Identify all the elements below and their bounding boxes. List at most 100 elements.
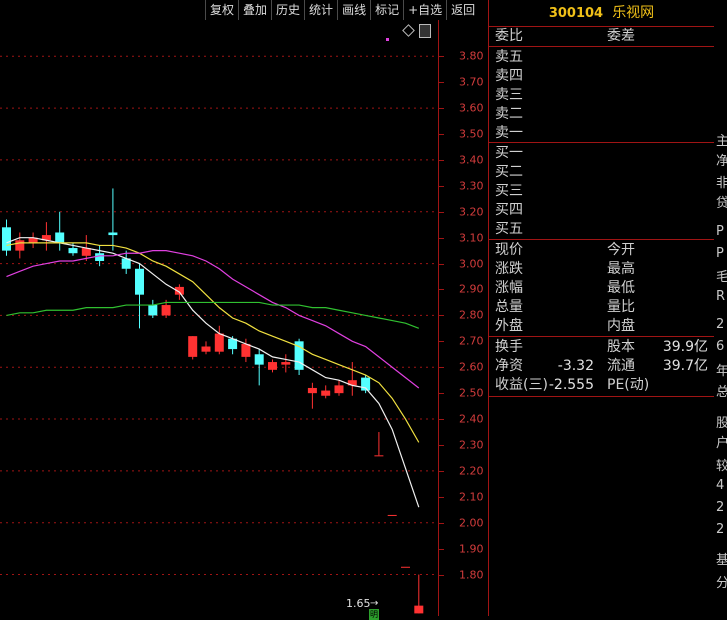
toolbar-button[interactable]: 统计 <box>304 0 337 20</box>
edge-char: 较 <box>716 459 727 474</box>
panel-toggle-icon[interactable] <box>419 24 431 38</box>
stat-row-label: 涨跌 <box>495 261 523 277</box>
price-axis: 3.80 3.70 3.60 3.50 3.40 3.30 3.20 3.10 3.00 2.90… <box>438 20 488 616</box>
toolbar-button[interactable]: +自选 <box>403 0 446 20</box>
low-badge: 明 <box>369 609 379 620</box>
toolbar-button[interactable]: 历史 <box>271 0 304 20</box>
candle-body <box>15 240 25 251</box>
chart-marker <box>386 38 389 41</box>
candle-body <box>387 514 397 516</box>
y-tick <box>439 548 444 550</box>
quote-panel: 300104 乐视网 委比 委差 卖五 卖四 卖三 卖二 卖一 买一 买二 买三 买四 买五 现价 今… <box>488 0 714 616</box>
order-diff-label: 委差 <box>607 28 635 44</box>
edge-char: 分 <box>716 576 727 591</box>
divider <box>489 336 714 337</box>
stat-row-label: 内盘 <box>607 318 635 334</box>
y-tick-label: 2.90 <box>459 282 484 296</box>
stock-name: 乐视网 <box>612 5 655 21</box>
y-tick <box>439 82 444 84</box>
stock-title: 300104 乐视网 <box>489 0 714 27</box>
toolbar-button[interactable]: 返回 <box>446 0 479 20</box>
stat-row-label: 总量 <box>495 299 523 315</box>
y-tick-label: 3.10 <box>459 231 484 245</box>
stat-row: 总量 量比 <box>489 298 714 317</box>
buy-level-row: 买三 <box>489 182 714 201</box>
toolbar-button[interactable]: 标记 <box>370 0 403 20</box>
toolbar-button[interactable]: 叠加 <box>238 0 271 20</box>
edge-char: 2 <box>716 500 725 515</box>
buy-level-row-label: 买三 <box>495 183 523 199</box>
toolbar-button[interactable]: 复权 <box>205 0 238 20</box>
buy-level-row: 买二 <box>489 163 714 182</box>
edge-char: 6 <box>716 339 725 354</box>
stat-row-label: 最高 <box>607 261 635 277</box>
y-tick-label: 2.70 <box>459 334 484 348</box>
y-tick-label: 3.60 <box>459 101 484 115</box>
candle-body <box>68 248 78 254</box>
ma60-line <box>6 301 420 329</box>
fundamental-row-label: 收益(三) <box>495 377 548 393</box>
y-tick <box>439 341 444 343</box>
y-tick <box>439 419 444 421</box>
fundamental-row-label: PE(动) <box>607 377 650 393</box>
fundamental-row: 收益(三) PE(动) -2.555 <box>489 376 714 395</box>
diamond-icon[interactable] <box>402 24 415 37</box>
order-ratio-label: 委比 <box>495 28 523 44</box>
candle-body <box>307 387 317 394</box>
candle-body <box>334 385 344 394</box>
y-tick-label: 2.30 <box>459 438 484 452</box>
low-price-label: 1.65 <box>346 597 371 610</box>
fundamental-row-value: 39.7亿 <box>662 358 708 374</box>
y-tick-label: 3.70 <box>459 75 484 89</box>
edge-char: 2 <box>716 317 725 332</box>
kline-chart[interactable] <box>0 20 438 616</box>
edge-char: 股 <box>716 416 727 431</box>
stat-row-label: 外盘 <box>495 318 523 334</box>
y-tick <box>439 574 444 576</box>
toolbar-button[interactable]: 画线 <box>337 0 370 20</box>
y-tick-label: 3.20 <box>459 205 484 219</box>
sell-level-row-label: 卖五 <box>495 49 523 65</box>
divider <box>489 396 714 397</box>
y-tick-label: 2.10 <box>459 490 484 504</box>
candle-body <box>161 305 171 316</box>
stat-row: 外盘 内盘 <box>489 317 714 336</box>
buy-level-row: 买四 <box>489 201 714 220</box>
y-tick <box>439 367 444 369</box>
candle-body <box>55 232 65 243</box>
y-tick <box>439 315 444 317</box>
candle-body <box>401 566 410 568</box>
order-ratio-row: 委比 委差 <box>489 27 714 46</box>
ma5-line <box>6 237 420 508</box>
edge-char: 年 <box>716 364 727 379</box>
edge-char: 4 <box>716 478 725 493</box>
y-tick <box>439 522 444 524</box>
y-tick-label: 3.00 <box>459 257 484 271</box>
right-edge-panel: 主净非贷PP毛R26年总股户较422基分 <box>713 0 727 616</box>
candle-body <box>108 232 118 236</box>
edge-char: 非 <box>716 176 727 191</box>
buy-level-row: 买一 <box>489 144 714 163</box>
fundamental-row: 净资 流通 -3.32 39.7亿 <box>489 357 714 376</box>
y-tick-label: 3.50 <box>459 127 484 141</box>
stat-row-label: 最低 <box>607 280 635 296</box>
sell-level-row-label: 卖一 <box>495 125 523 141</box>
y-tick-label: 2.80 <box>459 308 484 322</box>
edge-char: P <box>716 246 724 261</box>
sell-level-row: 卖一 <box>489 124 714 143</box>
y-tick-label: 2.40 <box>459 412 484 426</box>
y-tick <box>439 211 444 213</box>
candle-body <box>95 253 105 261</box>
candle-body <box>201 346 211 352</box>
y-tick <box>439 263 444 265</box>
y-tick <box>439 496 444 498</box>
low-arrow-icon: → <box>370 598 379 609</box>
candle-body <box>268 362 277 370</box>
edge-char: 贷 <box>716 196 727 211</box>
candle-body <box>374 455 384 457</box>
y-tick-label: 3.30 <box>459 179 484 193</box>
candle-body <box>281 362 291 365</box>
fundamental-row-value: 39.9亿 <box>662 339 708 355</box>
y-tick-label: 2.20 <box>459 464 484 478</box>
edge-char: 净 <box>716 154 727 169</box>
